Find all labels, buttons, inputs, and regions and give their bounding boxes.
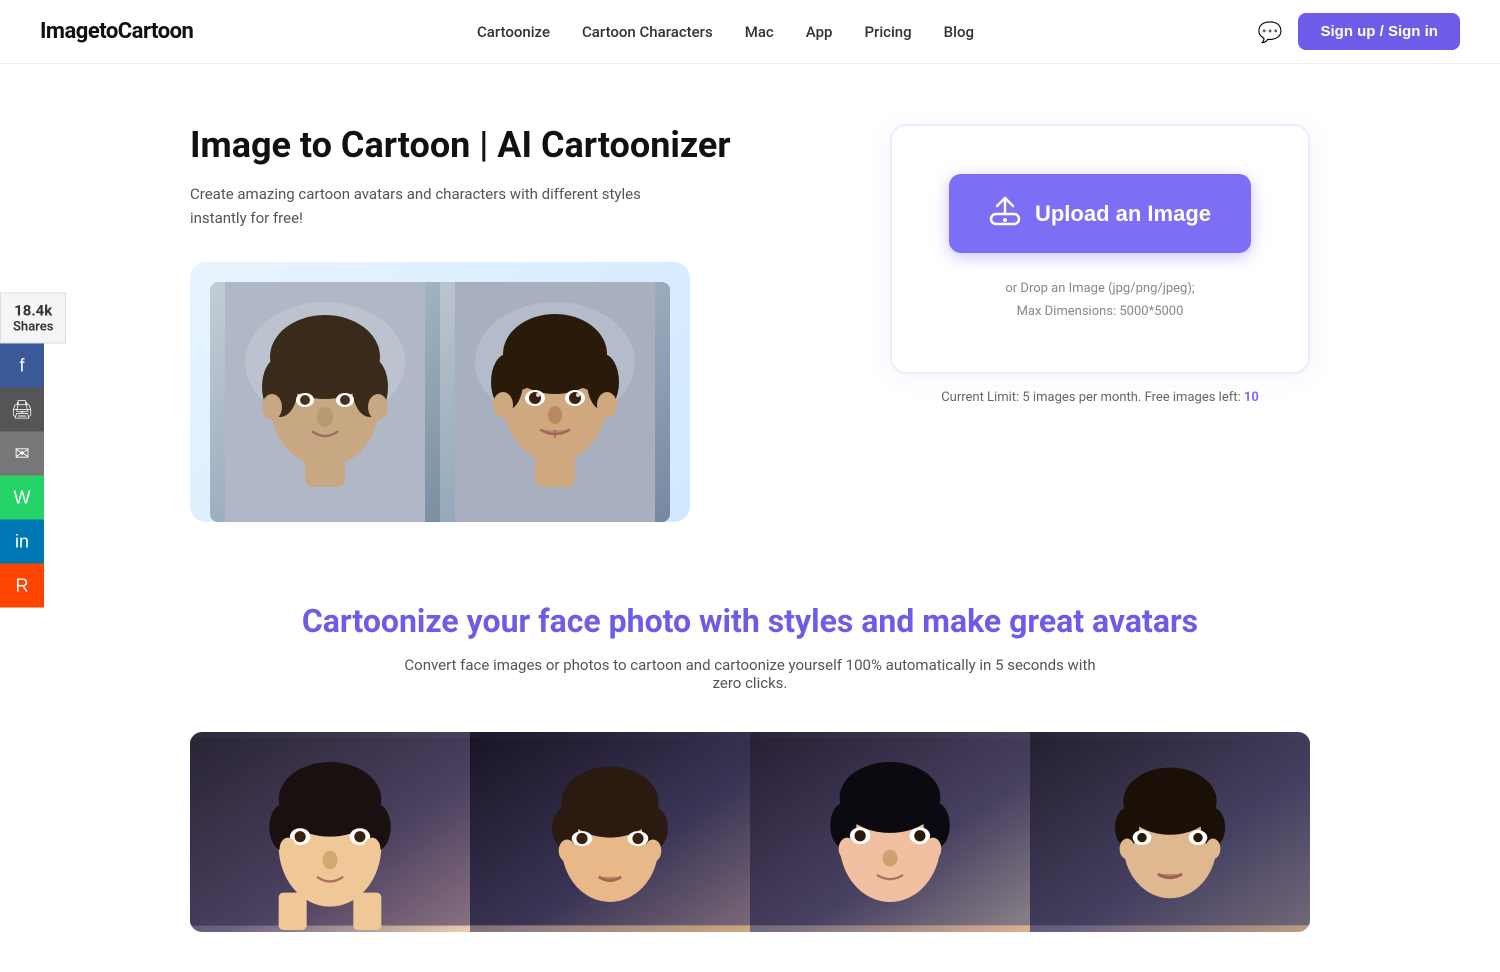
email-share-button[interactable]: ✉: [0, 432, 44, 476]
face-photo-left: [210, 282, 440, 522]
facebook-share-button[interactable]: f: [0, 344, 44, 388]
hero-image-wrapper: [210, 282, 670, 522]
signup-button[interactable]: Sign up / Sign in: [1298, 13, 1460, 50]
nav-right: 💬 Sign up / Sign in: [1258, 13, 1460, 50]
nav-app[interactable]: App: [806, 23, 833, 41]
upload-button[interactable]: Upload an Image: [949, 174, 1251, 253]
hero-title: Image to Cartoon | AI Cartoonizer: [190, 124, 842, 166]
navbar: ImagetoCartoon Cartoonize Cartoon Charac…: [0, 0, 1500, 64]
upload-label: Upload an Image: [1035, 201, 1211, 227]
gallery-item-3: [750, 732, 1030, 932]
section-title: Cartoonize your face photo with styles a…: [190, 602, 1310, 640]
face-photo-right: [440, 282, 670, 522]
gallery-item-1: [190, 732, 470, 932]
bottom-section: Cartoonize your face photo with styles a…: [190, 602, 1310, 932]
hero-left: Image to Cartoon | AI Cartoonizer Create…: [190, 124, 842, 522]
nav-links: Cartoonize Cartoon Characters Mac App Pr…: [477, 23, 974, 41]
hero-description: Create amazing cartoon avatars and chara…: [190, 182, 670, 230]
main-content: Image to Cartoon | AI Cartoonizer Create…: [150, 64, 1350, 972]
gallery: [190, 732, 1310, 932]
current-limit: Current Limit: 5 images per month. Free …: [890, 390, 1310, 405]
social-sidebar: 18.4k Shares f 🖨 ✉ W in R: [0, 293, 66, 608]
section-description: Convert face images or photos to cartoon…: [400, 656, 1100, 692]
print-share-button[interactable]: 🖨: [0, 388, 44, 432]
limit-number: 10: [1244, 390, 1259, 405]
gallery-item-2: [470, 732, 750, 932]
hero-image-container: [190, 262, 690, 522]
nav-mac[interactable]: Mac: [745, 23, 774, 41]
whatsapp-share-button[interactable]: W: [0, 476, 44, 520]
gallery-item-4: [1030, 732, 1310, 932]
nav-cartoon-characters[interactable]: Cartoon Characters: [582, 23, 713, 41]
upload-card: Upload an Image or Drop an Image (jpg/pn…: [890, 124, 1310, 374]
hero-section: Image to Cartoon | AI Cartoonizer Create…: [190, 124, 1310, 522]
share-count: 18.4k Shares: [0, 293, 66, 344]
hero-right: Upload an Image or Drop an Image (jpg/pn…: [890, 124, 1310, 405]
reddit-share-button[interactable]: R: [0, 564, 44, 608]
upload-hint: or Drop an Image (jpg/png/jpeg); Max Dim…: [924, 277, 1276, 324]
message-icon[interactable]: 💬: [1258, 20, 1283, 44]
nav-pricing[interactable]: Pricing: [864, 23, 911, 41]
nav-cartoonize[interactable]: Cartoonize: [477, 23, 550, 41]
nav-blog[interactable]: Blog: [944, 23, 974, 41]
logo[interactable]: ImagetoCartoon: [40, 19, 193, 44]
upload-icon: [989, 194, 1021, 233]
linkedin-share-button[interactable]: in: [0, 520, 44, 564]
